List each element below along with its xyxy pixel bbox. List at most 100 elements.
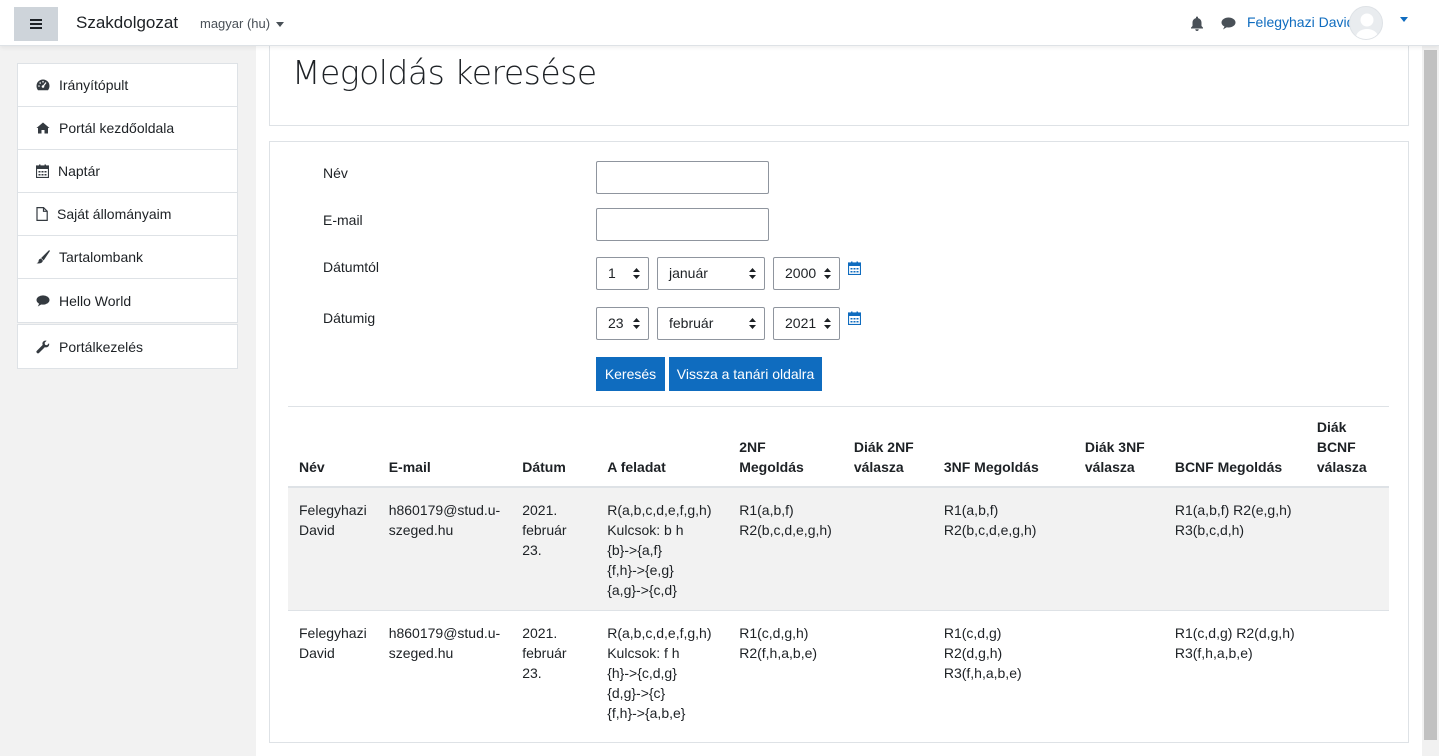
nav-drawer: Irányítópult Portál kezdőoldala Naptár S… — [0, 46, 256, 756]
from-month-value: január — [669, 265, 708, 281]
cell-2nf-solution: R1(a,b,f) R2(b,c,d,e,g,h) — [728, 486, 843, 611]
nav-item-calendar[interactable]: Naptár — [18, 150, 237, 193]
primary-nav: Irányítópult Portál kezdőoldala Naptár S… — [17, 63, 238, 323]
nav-item-label: Irányítópult — [59, 77, 129, 93]
calendar-icon — [36, 164, 49, 178]
nav-item-label: Portál kezdőoldala — [59, 120, 175, 136]
column-header: Név — [288, 406, 378, 488]
select-arrows-icon — [824, 318, 831, 329]
dashboard-icon — [36, 79, 50, 91]
column-header: A feladat — [596, 406, 729, 488]
admin-nav: Portálkezelés — [17, 324, 238, 369]
chevron-down-icon — [276, 22, 285, 28]
to-month-select[interactable]: február — [657, 307, 765, 340]
column-header: Diák 3NF válasza — [1073, 406, 1164, 488]
cell-bcnf-answer — [1305, 486, 1389, 611]
cell-bcnf-answer — [1305, 610, 1389, 733]
email-label: E-mail — [323, 212, 363, 228]
nav-item-private-files[interactable]: Saját állományaim — [18, 193, 237, 236]
nav-item-label: Saját állományaim — [57, 206, 172, 222]
select-arrows-icon — [633, 318, 640, 329]
to-day-select[interactable]: 23 — [596, 307, 649, 340]
page-header: Megoldás keresése — [269, 44, 1409, 126]
nav-item-label: Naptár — [58, 163, 101, 179]
to-month-value: február — [669, 315, 714, 331]
language-label: magyar (hu) — [200, 16, 271, 31]
cell-task: R(a,b,c,d,e,f,g,h) Kulcsok: b h {b}->{a,… — [596, 486, 729, 611]
cell-2nf-answer — [842, 610, 933, 733]
nav-item-label: Portálkezelés — [59, 338, 144, 355]
name-input[interactable] — [596, 161, 769, 194]
cell-2nf-answer — [842, 486, 933, 611]
column-header: BCNF Megoldás — [1163, 406, 1306, 488]
page-scrollbar-thumb[interactable] — [1424, 50, 1437, 740]
from-day-select[interactable]: 1 — [596, 257, 649, 290]
back-to-teacher-button[interactable]: Vissza a tanári oldalra — [669, 357, 822, 391]
from-year-select[interactable]: 2000 — [773, 257, 840, 290]
top-navbar: Szakdolgozat magyar (hu) Felegyhazi Davi… — [0, 0, 1439, 46]
wrench-icon — [36, 340, 50, 353]
nav-item-site-admin[interactable]: Portálkezelés — [18, 325, 237, 368]
email-input[interactable] — [596, 208, 769, 241]
page-title: Megoldás keresése — [292, 53, 597, 92]
nav-item-content-bank[interactable]: Tartalombank — [18, 236, 237, 279]
bell-icon[interactable] — [1190, 16, 1204, 31]
cell-2nf-solution: R1(c,d,g,h) R2(f,h,a,b,e) — [728, 610, 843, 733]
cell-name: Felegyhazi David — [288, 610, 378, 733]
date-to-label: Dátumig — [323, 310, 376, 326]
user-menu-chevron-icon[interactable] — [1400, 17, 1408, 22]
drawer-toggle-button[interactable] — [14, 7, 58, 41]
nav-item-label: Tartalombank — [59, 249, 144, 265]
nav-item-site-home[interactable]: Portál kezdőoldala — [18, 107, 237, 150]
to-year-select[interactable]: 2021 — [773, 307, 840, 340]
cell-bcnf-solution: R1(c,d,g) R2(d,g,h) R3(f,h,a,b,e) — [1163, 610, 1306, 733]
column-header: Diák 2NF válasza — [842, 406, 933, 488]
from-calendar-icon[interactable] — [848, 261, 861, 275]
language-menu[interactable]: magyar (hu) — [200, 16, 285, 31]
site-brand[interactable]: Szakdolgozat — [76, 13, 178, 33]
column-header: 3NF Megoldás — [932, 406, 1074, 488]
user-name[interactable]: Felegyhazi David — [1247, 14, 1354, 30]
table-row: Felegyhazi David h860179@stud.u-szeged.h… — [288, 610, 1389, 733]
to-calendar-icon[interactable] — [848, 311, 861, 325]
hamburger-icon — [30, 19, 42, 29]
cell-email: h860179@stud.u-szeged.hu — [377, 610, 512, 733]
column-header: Dátum — [511, 406, 597, 488]
to-year-value: 2021 — [785, 315, 817, 331]
cell-date: 2021. február 23. — [511, 486, 597, 611]
column-header: E-mail — [377, 406, 512, 488]
cell-date: 2021. február 23. — [511, 610, 597, 733]
cell-3nf-answer — [1073, 486, 1164, 611]
messages-icon[interactable] — [1221, 17, 1236, 30]
nav-item-dashboard[interactable]: Irányítópult — [18, 64, 237, 107]
nav-item-label: Hello World — [59, 292, 132, 309]
from-month-select[interactable]: január — [657, 257, 765, 290]
main-region: Megoldás keresése Név E-mail Dátumtól 1 … — [256, 44, 1422, 756]
nav-item-hello-world[interactable]: Hello World — [18, 279, 237, 322]
select-arrows-icon — [749, 268, 756, 279]
select-arrows-icon — [824, 268, 831, 279]
cell-task: R(a,b,c,d,e,f,g,h) Kulcsok: f h {h}->{c,… — [596, 610, 729, 733]
column-header: Diák BCNF válasza — [1305, 406, 1389, 488]
to-day-value: 23 — [608, 315, 624, 331]
from-day-value: 1 — [608, 265, 616, 281]
brush-icon — [36, 250, 50, 264]
cell-name: Felegyhazi David — [288, 486, 378, 611]
table-row: Felegyhazi David h860179@stud.u-szeged.h… — [288, 486, 1389, 611]
from-year-value: 2000 — [785, 265, 817, 281]
comment-icon — [36, 294, 50, 306]
file-icon — [36, 207, 48, 221]
user-silhouette-icon — [1356, 13, 1378, 39]
cell-3nf-solution: R1(c,d,g) R2(d,g,h) R3(f,h,a,b,e) — [932, 610, 1074, 733]
home-icon — [36, 122, 50, 134]
search-button[interactable]: Keresés — [596, 357, 665, 391]
select-arrows-icon — [749, 318, 756, 329]
cell-3nf-solution: R1(a,b,f) R2(b,c,d,e,g,h) — [932, 486, 1074, 611]
table-header-row: Név E-mail Dátum A feladat 2NF Megoldás … — [288, 406, 1389, 488]
cell-bcnf-solution: R1(a,b,f) R2(e,g,h) R3(b,c,d,h) — [1163, 486, 1306, 611]
cell-email: h860179@stud.u-szeged.hu — [377, 486, 512, 611]
date-from-label: Dátumtól — [323, 259, 380, 275]
search-form-card: Név E-mail Dátumtól 1 január 2000 Dátumi… — [269, 141, 1409, 743]
name-label: Név — [323, 165, 348, 181]
avatar[interactable] — [1349, 6, 1383, 40]
